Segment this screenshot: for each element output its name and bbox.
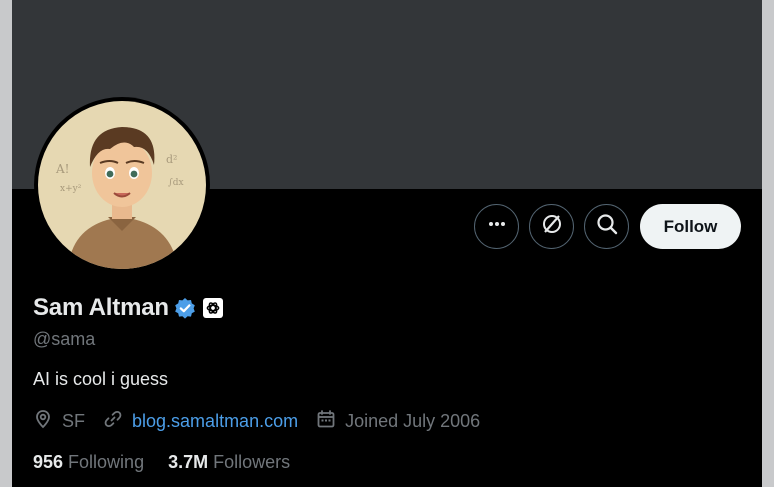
more-icon <box>487 214 507 239</box>
followers-label: Followers <box>213 452 291 472</box>
svg-text:x+y²: x+y² <box>60 184 82 194</box>
grok-button[interactable] <box>529 204 574 249</box>
followers-stat[interactable]: 3.7M Followers <box>168 452 290 473</box>
openai-logo-icon[interactable] <box>202 298 223 318</box>
following-count: 956 <box>33 452 64 472</box>
avatar[interactable]: A! x+y² d² ∫dx <box>38 101 206 269</box>
display-name: Sam Altman <box>33 294 169 321</box>
profile-actions: Follow <box>474 204 741 249</box>
following-label: Following <box>68 452 145 472</box>
following-stat[interactable]: 956 Following <box>33 452 144 473</box>
search-icon <box>596 213 618 240</box>
followers-count: 3.7M <box>168 452 209 472</box>
search-profile-button[interactable] <box>584 204 629 249</box>
more-button[interactable] <box>474 204 519 249</box>
follow-button[interactable]: Follow <box>640 204 741 249</box>
svg-text:A!: A! <box>55 162 70 176</box>
verified-badge-icon[interactable] <box>174 297 196 319</box>
calendar-icon <box>316 409 345 434</box>
location-text: SF <box>62 411 86 431</box>
profile-meta: SF blog.samaltman.com Joined July 2006 <box>33 409 498 434</box>
link-icon <box>103 409 132 434</box>
profile-header: A! x+y² d² ∫dx Follow Sam Altman @sama A… <box>12 0 762 487</box>
website-link[interactable]: blog.samaltman.com <box>132 411 298 432</box>
grok-icon <box>541 213 563 240</box>
location-item: SF <box>33 409 85 434</box>
svg-text:d²: d² <box>166 153 177 166</box>
name-row: Sam Altman <box>33 294 223 322</box>
joined-item: Joined July 2006 <box>316 409 480 434</box>
website-item: blog.samaltman.com <box>103 409 298 434</box>
location-pin-icon <box>33 409 62 434</box>
bio-text: AI is cool i guess <box>33 369 169 389</box>
follow-stats: 956 Following 3.7M Followers <box>33 452 314 473</box>
svg-text:∫dx: ∫dx <box>168 178 184 188</box>
joined-date: Joined July 2006 <box>345 411 481 431</box>
user-handle: @sama <box>33 329 96 349</box>
